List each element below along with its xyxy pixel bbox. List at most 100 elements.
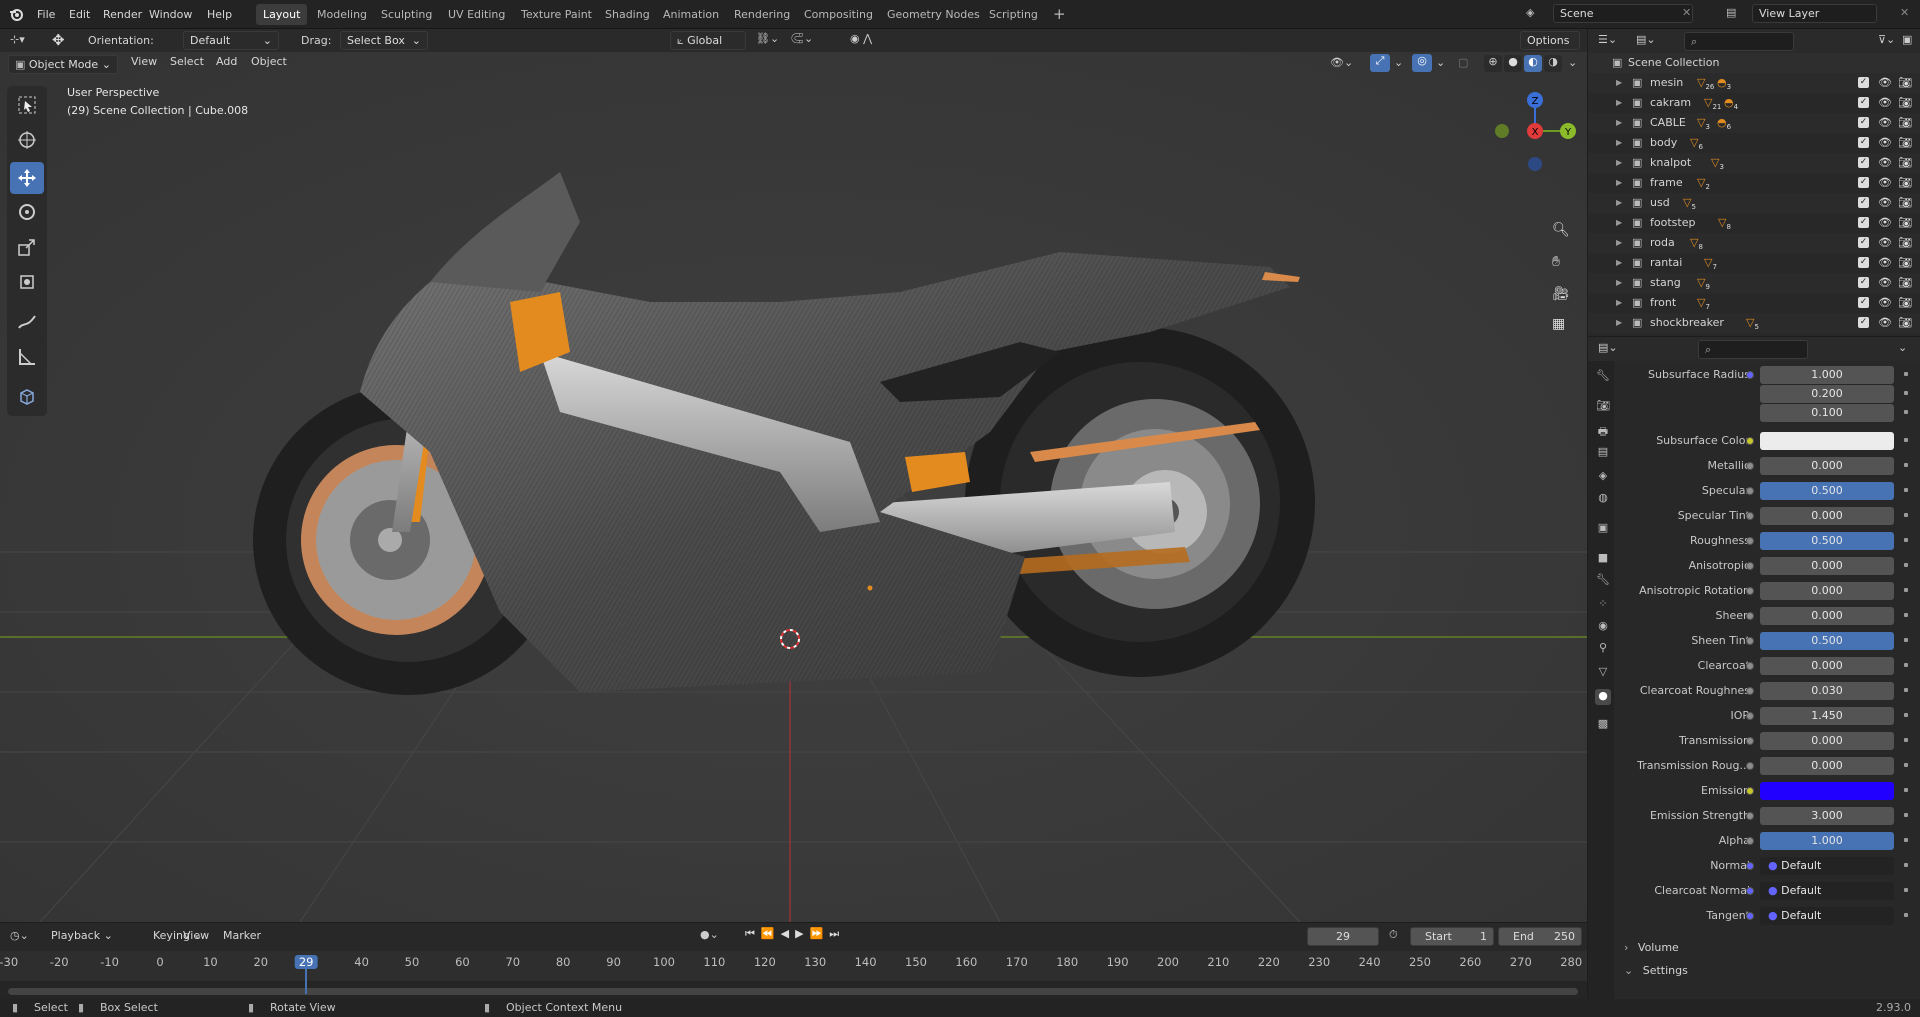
property-value-field[interactable]: 3.000 [1760, 807, 1894, 825]
tab-geometry-nodes[interactable]: Geometry Nodes [880, 4, 987, 25]
play-reverse-icon[interactable]: ◀ [781, 927, 789, 941]
camera-render-icon[interactable]: 📷︎ [1898, 173, 1912, 193]
output-icon[interactable]: 🖶 [1595, 423, 1611, 439]
expand-arrow-icon[interactable]: ▶ [1616, 233, 1622, 253]
tab-modeling[interactable]: Modeling [310, 4, 374, 25]
exclude-checkbox[interactable]: ✓ [1858, 257, 1869, 268]
camera-render-icon[interactable]: 📷︎ [1898, 273, 1912, 293]
expand-arrow-icon[interactable]: ▶ [1616, 153, 1622, 173]
socket-icon[interactable] [1746, 787, 1754, 795]
physics-icon[interactable]: ◉ [1595, 619, 1611, 635]
visibility-icon[interactable]: 👁︎⌄ [1330, 56, 1353, 69]
property-value-field[interactable]: ● Default [1760, 882, 1894, 900]
property-value-field[interactable]: 1.450 [1760, 707, 1894, 725]
perspective-toggle-icon[interactable]: ▦ [1552, 316, 1565, 332]
expand-arrow-icon[interactable]: ▶ [1616, 113, 1622, 133]
outliner-row[interactable]: ▶ ▣ CABLE ▽3 ◓6 ✓ 👁︎ 📷︎ [1588, 113, 1920, 133]
drag-handle-icon[interactable] [1904, 813, 1908, 817]
drag-handle-icon[interactable] [1904, 838, 1908, 842]
zoom-icon[interactable]: 🔍︎ [1552, 222, 1570, 238]
property-value-field[interactable]: 0.000 [1760, 557, 1894, 575]
expand-arrow-icon[interactable]: ▶ [1616, 173, 1622, 193]
menu-add[interactable]: Add [209, 52, 244, 74]
tab-scripting[interactable]: Scripting [982, 4, 1045, 25]
outliner-editor-icon[interactable]: ☰⌄ [1598, 33, 1617, 46]
pan-hand-icon[interactable]: ✋︎ [1552, 254, 1560, 270]
eye-icon[interactable]: 👁︎ [1878, 173, 1892, 193]
texture-icon[interactable]: ▩ [1595, 717, 1611, 733]
drag-handle-icon[interactable] [1904, 663, 1908, 667]
move-tool[interactable] [10, 162, 44, 194]
shading-dropdown-icon[interactable]: ⌄ [1568, 56, 1577, 69]
display-mode-icon[interactable]: ▤⌄ [1636, 33, 1656, 46]
drag-handle-icon[interactable] [1904, 863, 1908, 867]
gizmo-dropdown-icon[interactable]: ⌄ [1394, 56, 1403, 69]
prev-keyframe-icon[interactable]: ⏪ [761, 927, 775, 941]
camera-render-icon[interactable]: 📷︎ [1898, 293, 1912, 313]
property-value-field[interactable]: 0.000 [1760, 457, 1894, 475]
outliner-root-row[interactable]: ▣ Scene Collection [1588, 53, 1920, 73]
collection-icon[interactable]: ▣ [1595, 521, 1611, 537]
camera-render-icon[interactable]: 📷︎ [1898, 133, 1912, 153]
eye-icon[interactable]: 👁︎ [1878, 253, 1892, 273]
menu-select[interactable]: Select [163, 52, 211, 74]
orientation-dropdown[interactable]: Default ⌄ [183, 31, 279, 50]
drag-handle-icon[interactable] [1904, 888, 1908, 892]
outliner-row[interactable]: ▶ ▣ rantai ▽7 ✓ 👁︎ 📷︎ [1588, 253, 1920, 273]
socket-icon[interactable] [1746, 487, 1754, 495]
exclude-checkbox[interactable]: ✓ [1858, 117, 1869, 128]
outliner-row[interactable]: ▶ ▣ shockbreaker ▽5 ✓ 👁︎ 📷︎ [1588, 313, 1920, 333]
property-value-field[interactable] [1760, 782, 1894, 800]
drag-handle-icon[interactable] [1904, 488, 1908, 492]
eye-icon[interactable]: 👁︎ [1878, 153, 1892, 173]
blender-logo-icon[interactable] [9, 7, 23, 21]
rotate-tool[interactable] [10, 196, 44, 228]
tab-rendering[interactable]: Rendering [727, 4, 797, 25]
property-value-field[interactable]: ● Default [1760, 907, 1894, 925]
socket-icon[interactable] [1746, 462, 1754, 470]
property-value-field[interactable]: 0.000 [1760, 582, 1894, 600]
camera-render-icon[interactable]: 📷︎ [1898, 313, 1912, 333]
transform-tool[interactable] [10, 266, 44, 298]
proportional-edit-icon[interactable]: ◉ ⋀ [850, 32, 872, 45]
outliner-row[interactable]: ▶ ▣ cakram ▽21 ◓4 ✓ 👁︎ 📷︎ [1588, 93, 1920, 113]
drag-handle-icon[interactable] [1904, 588, 1908, 592]
socket-icon[interactable] [1746, 371, 1754, 379]
drag-handle-icon[interactable] [1904, 913, 1908, 917]
drag-handle-icon[interactable] [1904, 613, 1908, 617]
tab-texture-paint[interactable]: Texture Paint [514, 4, 599, 25]
socket-icon[interactable] [1746, 737, 1754, 745]
cursor-tool[interactable] [10, 124, 44, 156]
tab-layout[interactable]: Layout [256, 4, 308, 25]
socket-icon[interactable] [1746, 687, 1754, 695]
exclude-checkbox[interactable]: ✓ [1858, 77, 1869, 88]
navigation-gizmo[interactable]: Z Y X [1490, 86, 1580, 176]
outliner-row[interactable]: ▶ ▣ footstep ▽8 ✓ 👁︎ 📷︎ [1588, 213, 1920, 233]
view-layer-icon[interactable]: ▤ [1595, 445, 1611, 461]
eye-icon[interactable]: 👁︎ [1878, 313, 1892, 333]
property-value-field[interactable]: 0.000 [1760, 657, 1894, 675]
properties-options-icon[interactable]: ⌄ [1898, 341, 1907, 354]
rendered-shading-icon[interactable]: ◑ [1544, 55, 1562, 72]
record-icon[interactable]: ●⌄ [700, 928, 719, 941]
socket-icon[interactable] [1746, 587, 1754, 595]
eye-icon[interactable]: 👁︎ [1878, 193, 1892, 213]
eye-icon[interactable]: 👁︎ [1878, 73, 1892, 93]
camera-render-icon[interactable]: 📷︎ [1898, 73, 1912, 93]
add-cube-tool[interactable] [10, 380, 44, 412]
menu-file[interactable]: File [30, 0, 62, 29]
scene-selector[interactable]: Scene [1553, 4, 1693, 23]
outliner-row[interactable]: ▶ ▣ front ▽7 ✓ 👁︎ 📷︎ [1588, 293, 1920, 313]
property-value-field[interactable]: 0.000 [1760, 507, 1894, 525]
expand-arrow-icon[interactable]: ▶ [1616, 93, 1622, 113]
gizmo-toggle-icon[interactable]: ⤢ [1370, 54, 1390, 72]
drag-handle-icon[interactable] [1904, 738, 1908, 742]
filter-icon[interactable]: ⊽⌄ [1878, 33, 1895, 46]
outliner-row[interactable]: ▶ ▣ stang ▽9 ✓ 👁︎ 📷︎ [1588, 273, 1920, 293]
drag-handle-icon[interactable] [1904, 788, 1908, 792]
eye-icon[interactable]: 👁︎ [1878, 213, 1892, 233]
expand-arrow-icon[interactable]: ▶ [1616, 193, 1622, 213]
exclude-checkbox[interactable]: ✓ [1858, 297, 1869, 308]
eye-icon[interactable]: 👁︎ [1878, 293, 1892, 313]
camera-render-icon[interactable]: 📷︎ [1898, 113, 1912, 133]
